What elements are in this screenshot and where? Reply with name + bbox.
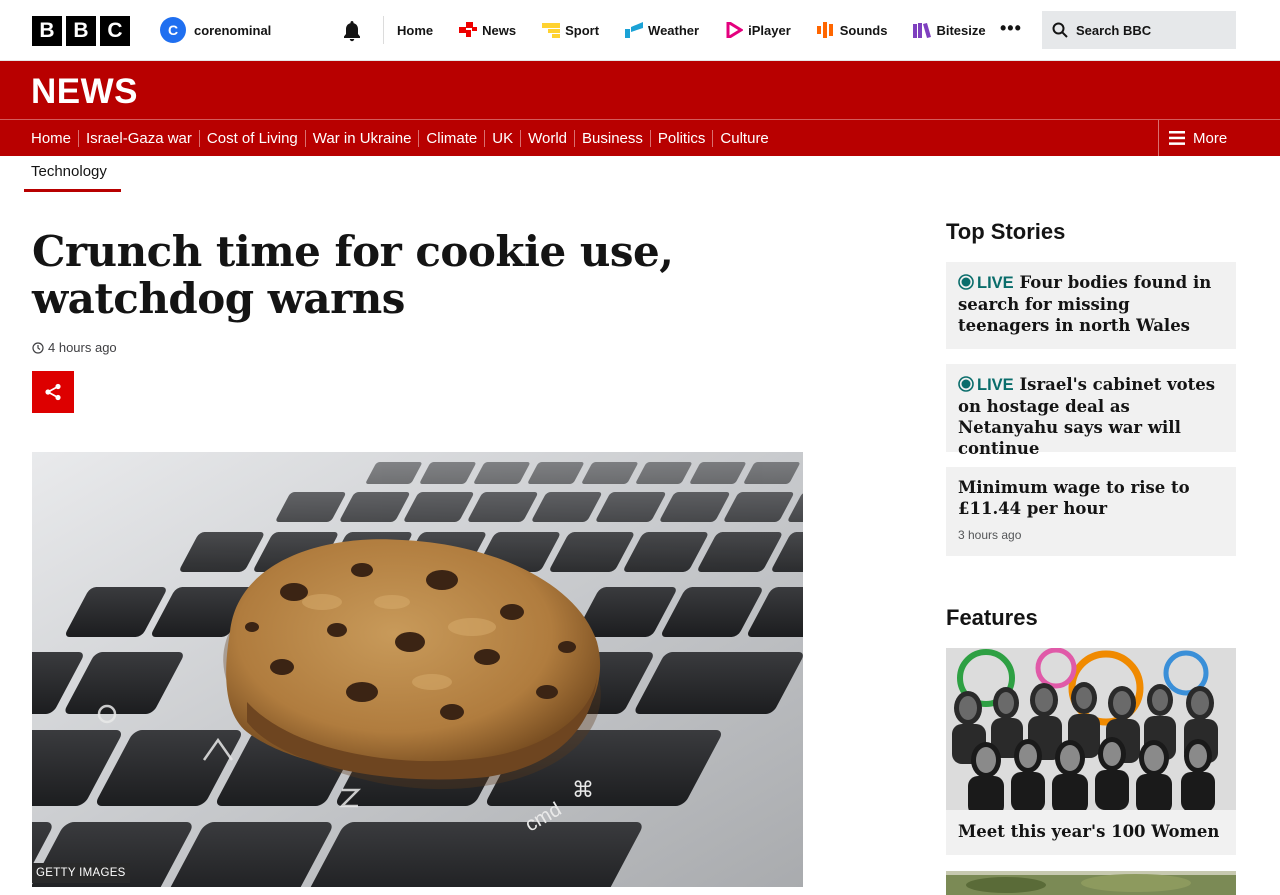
live-icon bbox=[958, 274, 974, 290]
live-label: LIVE bbox=[977, 274, 1014, 292]
bbc-top-bar: B B C C corenominal Home News Sport Weat… bbox=[0, 0, 1280, 61]
clock-icon bbox=[32, 341, 44, 354]
nav-sport[interactable]: Sport bbox=[542, 22, 599, 38]
account-link[interactable]: C corenominal bbox=[160, 17, 271, 43]
avatar: C bbox=[160, 17, 186, 43]
section-tab-underline bbox=[24, 189, 121, 192]
article-hero-image: cmd ⌘ bbox=[32, 452, 803, 887]
news-subnav: Home Israel-Gaza war Cost of Living War … bbox=[0, 119, 1280, 156]
live-badge: LIVE bbox=[958, 376, 1014, 394]
nav-sounds[interactable]: Sounds bbox=[816, 22, 888, 38]
bbc-logo-letter: B bbox=[32, 16, 62, 46]
nav-label: Bitesize bbox=[936, 22, 986, 38]
subnav-item-climate[interactable]: Climate bbox=[418, 129, 484, 147]
image-credit: GETTY IMAGES bbox=[32, 863, 130, 883]
nav-weather[interactable]: Weather bbox=[625, 22, 699, 38]
story-timestamp: 3 hours ago bbox=[958, 528, 1022, 542]
news-icon bbox=[459, 22, 478, 37]
divider bbox=[383, 16, 384, 44]
nav-label: Sport bbox=[565, 22, 600, 38]
account-name: corenominal bbox=[194, 22, 272, 38]
nav-label: Weather bbox=[648, 22, 700, 38]
section-tab-technology[interactable]: Technology bbox=[31, 163, 107, 180]
search-placeholder: Search BBC bbox=[1076, 22, 1152, 38]
features-heading: Features bbox=[946, 605, 1038, 630]
live-badge: LIVE bbox=[958, 274, 1014, 292]
svg-text:⌘: ⌘ bbox=[572, 778, 594, 803]
search-icon bbox=[1052, 22, 1068, 38]
subnav-item-uk[interactable]: UK bbox=[484, 129, 520, 147]
more-menu-icon[interactable]: ••• bbox=[1000, 19, 1022, 37]
subnav-item-cost-of-living[interactable]: Cost of Living bbox=[198, 129, 305, 147]
top-stories-heading: Top Stories bbox=[946, 219, 1066, 244]
nav-label: News bbox=[482, 22, 517, 38]
news-logo[interactable]: NEWS bbox=[31, 72, 138, 112]
timestamp-text: 4 hours ago bbox=[48, 340, 117, 355]
subnav-item-ukraine[interactable]: War in Ukraine bbox=[304, 129, 419, 147]
live-label: LIVE bbox=[977, 376, 1014, 394]
nav-label: iPlayer bbox=[748, 22, 791, 38]
news-banner: NEWS bbox=[0, 61, 1280, 119]
subnav-item-israel-gaza[interactable]: Israel-Gaza war bbox=[78, 129, 199, 147]
story-title: LIVE Four bodies found in search for mis… bbox=[958, 272, 1224, 336]
bell-icon[interactable] bbox=[340, 19, 364, 43]
more-label: More bbox=[1193, 129, 1228, 147]
feature-title[interactable]: Meet this year's 100 Women bbox=[946, 810, 1236, 855]
article-headline: Crunch time for cookie use, watchdog war… bbox=[32, 227, 674, 323]
bitesize-icon bbox=[913, 23, 932, 38]
subnav-item-world[interactable]: World bbox=[520, 129, 574, 147]
nav-home[interactable]: Home bbox=[397, 23, 433, 38]
feature-image[interactable] bbox=[946, 648, 1236, 810]
top-story-card[interactable]: LIVE Israel's cabinet votes on hostage d… bbox=[946, 364, 1236, 458]
subnav-item-culture[interactable]: Culture bbox=[712, 129, 775, 147]
nav-news[interactable]: News bbox=[459, 22, 516, 38]
bbc-logo-letter: C bbox=[100, 16, 130, 46]
hamburger-icon bbox=[1169, 131, 1185, 145]
weather-icon bbox=[625, 22, 644, 38]
nav-label: Home bbox=[397, 22, 434, 38]
iplayer-icon bbox=[726, 22, 744, 38]
story-title: Minimum wage to rise to £11.44 per hour bbox=[958, 478, 1190, 518]
nav-iplayer[interactable]: iPlayer bbox=[725, 22, 791, 38]
live-icon bbox=[958, 376, 974, 392]
story-title: LIVE Israel's cabinet votes on hostage d… bbox=[958, 374, 1224, 459]
search-input[interactable]: Search BBC bbox=[1042, 11, 1236, 49]
subnav-item-home[interactable]: Home bbox=[31, 130, 78, 147]
share-button[interactable] bbox=[32, 371, 74, 413]
sport-icon bbox=[542, 23, 561, 38]
subnav-item-business[interactable]: Business bbox=[574, 129, 650, 147]
nav-label: Sounds bbox=[839, 22, 888, 38]
bbc-nav: Home News Sport Weather iPlayer Sounds B… bbox=[397, 0, 1012, 60]
top-story-card[interactable]: LIVE Four bodies found in search for mis… bbox=[946, 262, 1236, 349]
more-button[interactable]: More bbox=[1158, 120, 1227, 156]
bbc-logo[interactable]: B B C bbox=[32, 16, 130, 46]
sounds-icon bbox=[816, 22, 833, 38]
share-icon bbox=[45, 383, 61, 401]
top-story-card[interactable]: Minimum wage to rise to £11.44 per hour … bbox=[946, 467, 1236, 556]
feature-image[interactable] bbox=[946, 871, 1236, 895]
bbc-logo-letter: B bbox=[66, 16, 96, 46]
nav-bitesize[interactable]: Bitesize bbox=[913, 22, 986, 38]
subnav-item-politics[interactable]: Politics bbox=[649, 129, 713, 147]
article-timestamp: 4 hours ago bbox=[32, 340, 117, 355]
